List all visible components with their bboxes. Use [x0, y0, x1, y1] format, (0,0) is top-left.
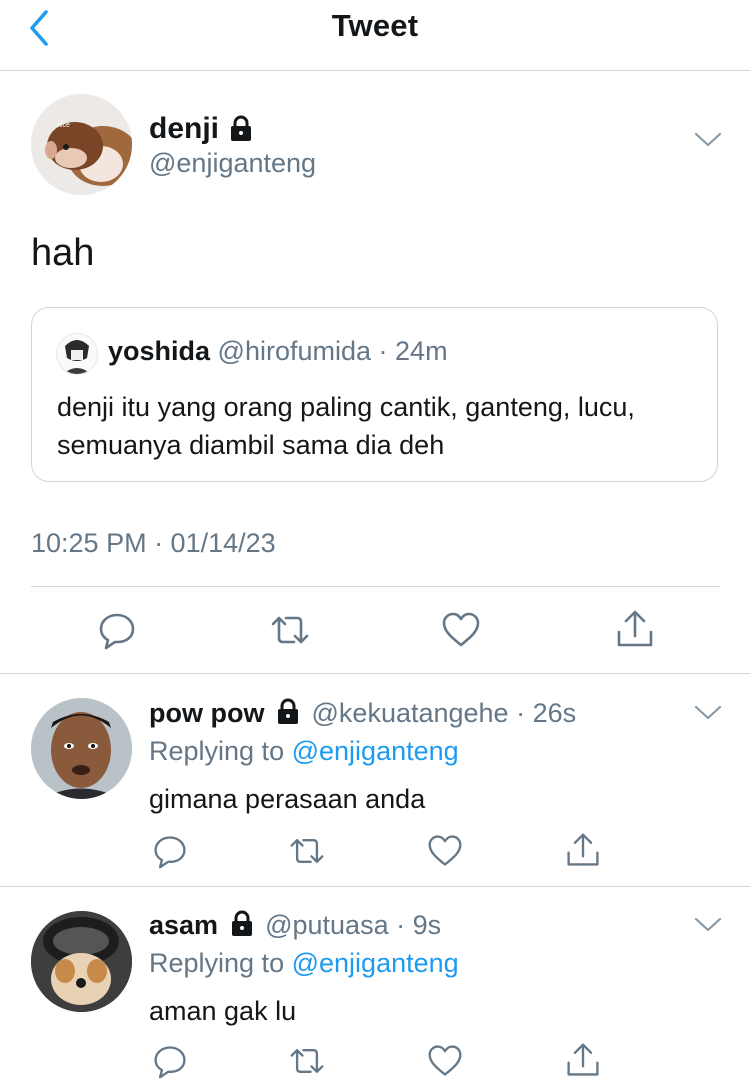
share-icon [617, 610, 653, 647]
chevron-down-icon [694, 132, 722, 147]
reply-meta: asam @putuasa · 9s [149, 909, 441, 944]
replying-to-line: Replying to @enjiganteng [149, 736, 459, 767]
quoted-tweet-card[interactable]: yoshida @hirofumida · 24m denji itu yang… [31, 307, 718, 482]
replying-to-label: Replying to [149, 736, 285, 766]
quoted-time: · 24m [378, 336, 448, 366]
back-chevron-icon [30, 10, 48, 46]
avatar-caption: nice [57, 122, 70, 129]
divider [31, 586, 720, 587]
replying-to-mention[interactable]: @enjiganteng [292, 736, 459, 766]
reply-options-button[interactable] [692, 915, 724, 940]
page-title: Tweet [331, 8, 419, 43]
reply-icon [154, 836, 186, 869]
hamster-avatar-image [31, 94, 132, 195]
retweet-icon [271, 616, 309, 644]
reply-options-button[interactable] [692, 703, 724, 728]
share-button[interactable] [565, 831, 601, 874]
reply-author-name[interactable]: asam [149, 910, 218, 940]
author-handle[interactable]: @enjiganteng [149, 148, 316, 179]
replying-to-line: Replying to @enjiganteng [149, 948, 459, 979]
reply-button[interactable] [152, 833, 188, 874]
like-icon [428, 835, 462, 866]
reply-time: · 26s [516, 698, 577, 728]
reply-meta: pow pow @kekuatangehe · 26s [149, 697, 576, 732]
share-icon [567, 833, 599, 866]
reply-button[interactable] [152, 1043, 188, 1084]
share-button[interactable] [565, 1041, 601, 1084]
like-button[interactable] [427, 1043, 463, 1084]
share-icon [567, 1043, 599, 1076]
divider [0, 673, 750, 674]
tweet-timestamp: 10:25 PM · 01/14/23 [31, 528, 276, 558]
tweet-text: hah [31, 232, 95, 274]
retweet-button[interactable] [287, 833, 327, 874]
share-button[interactable] [615, 608, 655, 655]
reply-icon [99, 613, 135, 650]
replying-to-mention[interactable]: @enjiganteng [292, 948, 459, 978]
quoted-meta: yoshida @hirofumida · 24m [108, 336, 448, 367]
lock-icon [227, 114, 255, 147]
like-icon [428, 1045, 462, 1076]
header-bar: Tweet [0, 0, 750, 71]
retweet-icon [290, 1049, 324, 1073]
retweet-button[interactable] [268, 610, 312, 655]
reply-avatar[interactable] [31, 911, 132, 1012]
chevron-down-icon [694, 705, 722, 720]
reply-avatar[interactable] [31, 698, 132, 799]
quoted-text: denji itu yang orang paling cantik, gant… [57, 392, 635, 460]
lock-icon [274, 697, 302, 732]
replying-to-label: Replying to [149, 948, 285, 978]
reply-icon [154, 1046, 186, 1079]
like-icon [442, 612, 480, 647]
back-button[interactable] [22, 8, 62, 48]
chevron-down-icon [694, 917, 722, 932]
quoted-author-name: yoshida [108, 336, 211, 366]
tweet-options-button[interactable] [692, 130, 724, 155]
quoted-author-handle: @hirofumida [217, 336, 372, 366]
retweet-icon [290, 839, 324, 863]
reply-author-handle[interactable]: @kekuatangehe [312, 698, 509, 728]
like-button[interactable] [427, 833, 463, 874]
reply-text: aman gak lu [149, 996, 297, 1026]
avatar[interactable]: nice [31, 94, 132, 195]
divider [0, 886, 750, 887]
quoted-avatar [56, 333, 98, 375]
author-name[interactable]: denji [149, 112, 219, 146]
retweet-button[interactable] [287, 1043, 327, 1084]
reply-time: · 9s [396, 910, 442, 940]
reply-button[interactable] [97, 610, 137, 655]
reply-author-name[interactable]: pow pow [149, 698, 264, 728]
reply-text: gimana perasaan anda [149, 784, 426, 814]
like-button[interactable] [441, 610, 481, 655]
lock-icon [228, 909, 256, 944]
reply-author-handle[interactable]: @putuasa [265, 910, 389, 940]
